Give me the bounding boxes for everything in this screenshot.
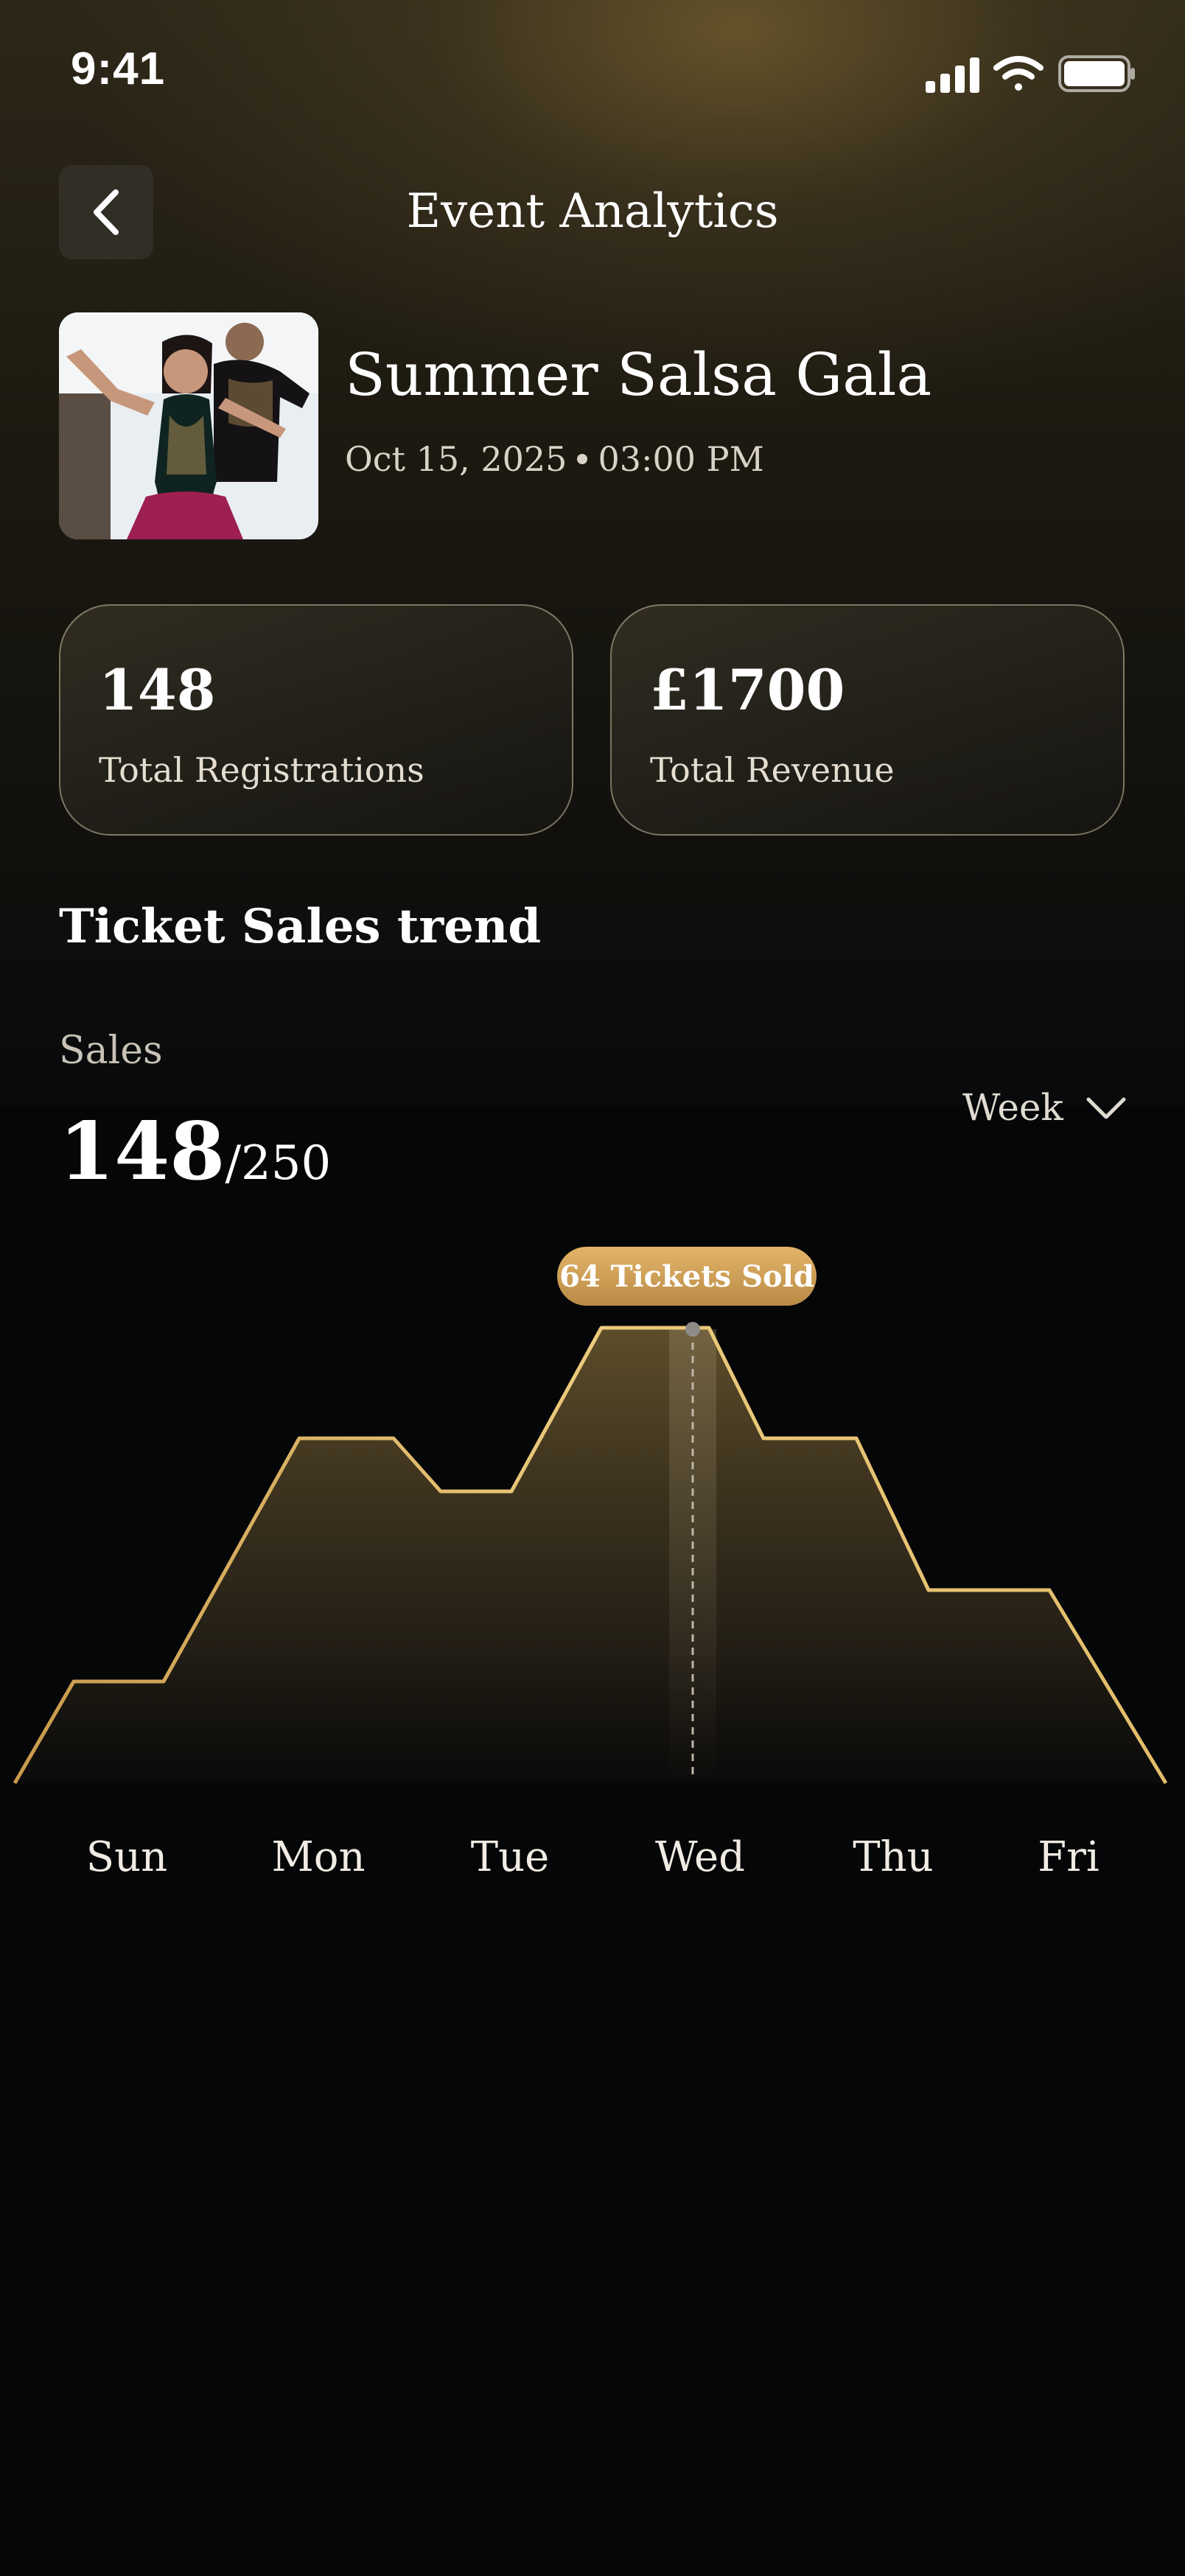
event-image — [59, 312, 318, 539]
event-time: 03:00 PM — [598, 439, 764, 479]
x-label-wed: Wed — [655, 1833, 745, 1881]
page-title: Event Analytics — [406, 184, 779, 239]
registrations-label: Total Registrations — [99, 750, 424, 790]
sales-total: /250 — [225, 1136, 332, 1191]
chart-tooltip: 64 Tickets Sold — [557, 1247, 817, 1306]
sales-area-chart[interactable] — [0, 1312, 1185, 1798]
x-label-tue: Tue — [470, 1833, 550, 1881]
revenue-value: £1700 — [650, 657, 845, 723]
sales-label: Sales — [59, 1029, 163, 1073]
cellular-signal-icon — [926, 57, 979, 93]
registrations-card: 148 Total Registrations — [59, 604, 573, 836]
event-date: Oct 15, 2025 — [345, 439, 567, 479]
status-time: 9:41 — [71, 43, 166, 94]
revenue-card: £1700 Total Revenue — [610, 604, 1125, 836]
chevron-down-icon — [1086, 1097, 1126, 1119]
revenue-label: Total Revenue — [650, 750, 895, 790]
x-label-thu: Thu — [853, 1833, 934, 1881]
separator-dot — [577, 454, 588, 464]
status-icons — [926, 55, 1135, 93]
period-dropdown[interactable]: Week — [962, 1086, 1127, 1129]
sales-count: 148/250 — [59, 1105, 331, 1198]
section-title: Ticket Sales trend — [59, 899, 542, 954]
event-datetime: Oct 15, 2025 03:00 PM — [345, 439, 764, 479]
x-label-sun: Sun — [85, 1833, 168, 1881]
sales-value: 148 — [59, 1105, 226, 1198]
event-name: Summer Salsa Gala — [345, 340, 932, 409]
battery-icon — [1058, 55, 1135, 92]
registrations-value: 148 — [99, 657, 216, 723]
highlight-point[interactable] — [685, 1322, 700, 1337]
x-label-mon: Mon — [271, 1833, 366, 1881]
x-label-fri: Fri — [1038, 1833, 1100, 1881]
wifi-icon — [993, 56, 1044, 91]
chart-area — [15, 1328, 1166, 1783]
period-selected: Week — [962, 1086, 1063, 1129]
